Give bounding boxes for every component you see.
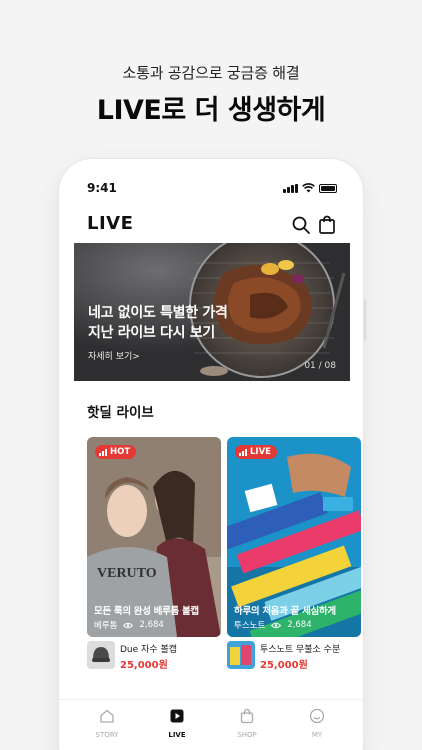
banner-text: 네고 없이도 특별한 가격 지난 라이브 다시 보기 자세히 보기> [88, 303, 228, 362]
product-item[interactable]: 투스노트 무불소 수분 25,000원 [227, 641, 361, 671]
toothpaste-product-image [227, 641, 255, 669]
nav-shop[interactable]: SHOP [217, 708, 277, 739]
battery-icon [319, 184, 337, 193]
banner-headline-2: 지난 라이브 다시 보기 [88, 325, 215, 341]
product-name: 투스노트 무불소 수분 [260, 645, 341, 655]
bottom-navigation: STORY LIVE SHOP MY [59, 699, 363, 749]
live-card[interactable]: VERUTO HOT 모든 룩의 완성 베루톰 볼캡 베루톰 2,684 Due… [87, 437, 221, 671]
app-header: LIVE [59, 211, 363, 239]
nav-my-label: MY [311, 731, 323, 739]
promo-subtitle: 소통과 공감으로 궁금증 해결 [122, 64, 300, 82]
live-card-thumbnail[interactable]: VERUTO HOT 모든 룩의 완성 베루톰 볼캡 베루톰 2,684 [87, 437, 221, 637]
view-count: 2,684 [139, 620, 164, 630]
nav-live-label: LIVE [168, 731, 186, 739]
nav-story-label: STORY [95, 731, 119, 739]
nav-my[interactable]: MY [287, 708, 347, 739]
wifi-icon [302, 183, 315, 193]
status-time: 9:41 [87, 181, 117, 195]
brand-name: 베루톰 [94, 621, 118, 631]
status-bar: 9:41 [59, 179, 363, 197]
section-title: 핫딜 라이브 [87, 405, 154, 421]
shopping-bag-icon [240, 708, 254, 724]
product-name: Due 자수 볼캡 [120, 645, 178, 655]
brand-name: 투스노트 [234, 621, 266, 631]
live-card-meta: 베루톰 2,684 [94, 619, 164, 631]
hot-badge: HOT [95, 445, 137, 459]
promo-banner[interactable]: 네고 없이도 특별한 가격 지난 라이브 다시 보기 자세히 보기> 01 / … [74, 243, 350, 381]
eye-icon [271, 622, 282, 628]
home-icon [100, 709, 114, 723]
banner-page-indicator: 01 / 08 [304, 361, 336, 371]
product-item[interactable]: Due 자수 볼캡 25,000원 [87, 641, 221, 671]
play-icon [170, 709, 184, 723]
product-thumbnail [227, 641, 255, 669]
live-card-caption: 모든 룩의 완성 베루톰 볼캡 [94, 606, 199, 617]
live-bars-icon [239, 448, 247, 456]
banner-headline-1: 네고 없이도 특별한 가격 [88, 305, 228, 321]
product-price: 25,000원 [120, 660, 168, 671]
view-count: 2,684 [287, 620, 312, 630]
product-price: 25,000원 [260, 660, 308, 671]
live-card-thumbnail[interactable]: LIVE 하루의 처음과 끝 세심하게 투스노트 2,684 [227, 437, 361, 637]
badge-label: LIVE [250, 447, 271, 457]
hotdeal-carousel[interactable]: VERUTO HOT 모든 룩의 완성 베루톰 볼캡 베루톰 2,684 Due… [87, 437, 363, 672]
signal-icon [283, 184, 298, 193]
live-badge: LIVE [235, 445, 277, 459]
svg-text:VERUTO: VERUTO [97, 566, 157, 581]
app-title: LIVE [87, 213, 134, 234]
live-card-meta: 투스노트 2,684 [234, 619, 312, 631]
banner-detail-link[interactable]: 자세히 보기> [88, 349, 228, 362]
eye-icon [123, 622, 134, 628]
shopping-bag-icon[interactable] [317, 215, 337, 235]
badge-label: HOT [110, 447, 131, 457]
cap-product-image [87, 641, 115, 669]
nav-shop-label: SHOP [237, 731, 257, 739]
status-icons [283, 183, 337, 193]
phone-frame: 9:41 LIVE 네고 없이도 특별한 가격 지난 라이브 다시 보기 자세히… [58, 158, 364, 750]
live-bars-icon [99, 448, 107, 456]
live-card-caption: 하루의 처음과 끝 세심하게 [234, 606, 336, 617]
nav-live[interactable]: LIVE [147, 708, 207, 739]
live-card[interactable]: LIVE 하루의 처음과 끝 세심하게 투스노트 2,684 투스노트 무불소 … [227, 437, 361, 671]
promo-title: LIVE로 더 생생하게 [96, 95, 326, 126]
product-thumbnail [87, 641, 115, 669]
search-icon[interactable] [291, 215, 311, 235]
smiley-icon [309, 708, 325, 724]
nav-story[interactable]: STORY [77, 708, 137, 739]
